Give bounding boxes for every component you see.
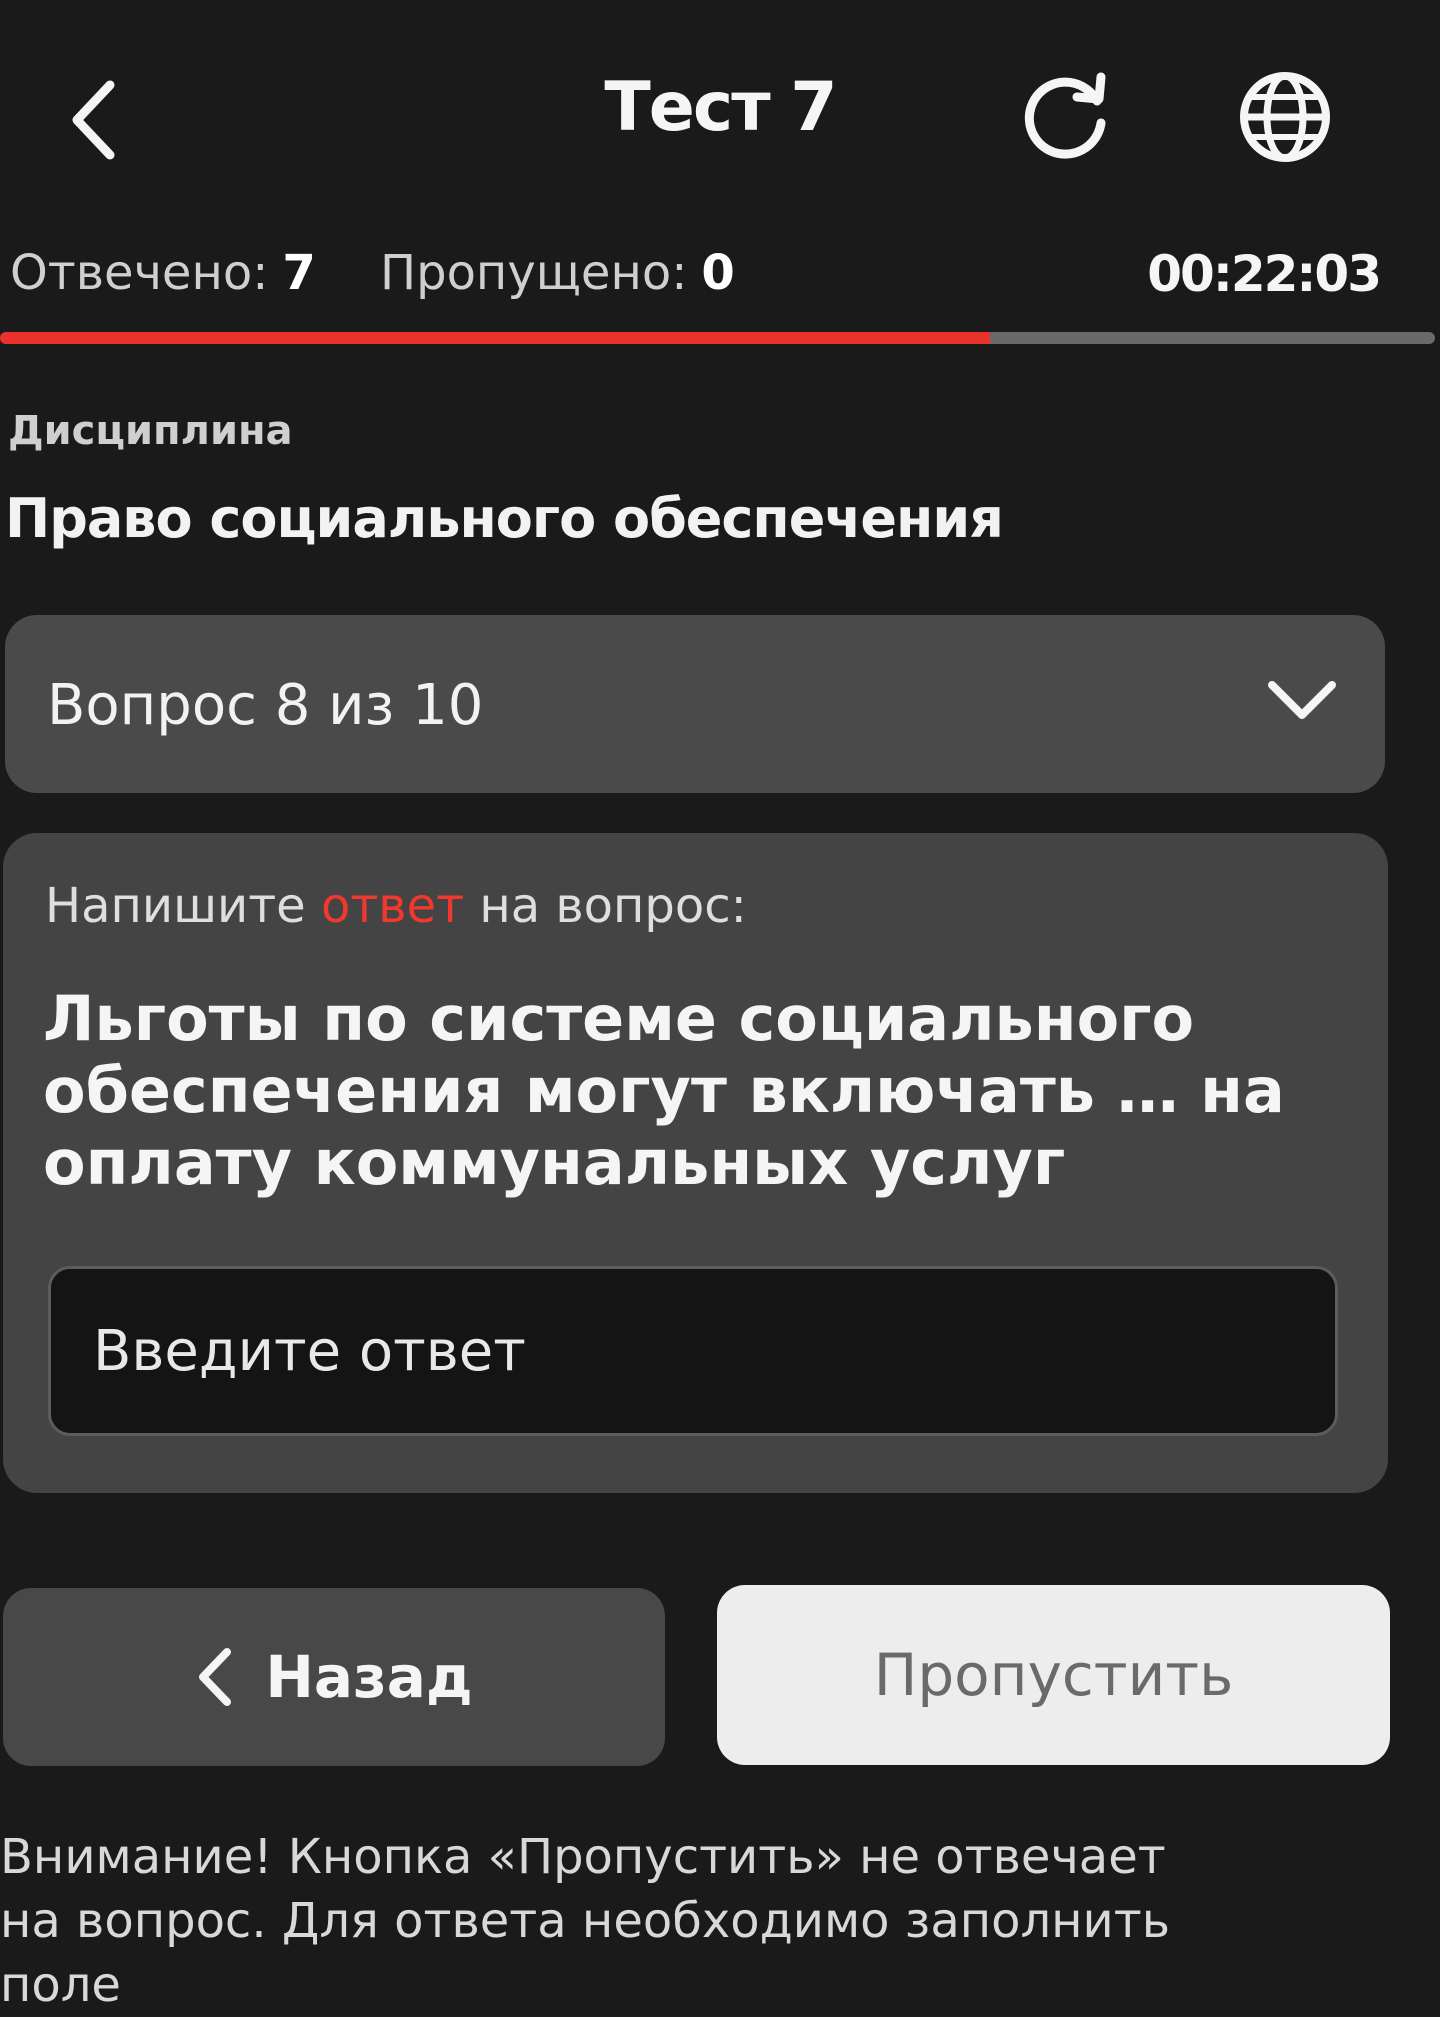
answered-stat: Отвечено: 7 <box>10 245 316 301</box>
refresh-icon <box>1024 72 1106 159</box>
back-nav-button[interactable] <box>55 70 135 170</box>
timer: 00:22:03 <box>1147 245 1382 303</box>
refresh-button[interactable] <box>1010 62 1120 172</box>
stats-bar: Отвечено: 7 Пропущено: 0 00:22:03 <box>10 245 1430 315</box>
header: Тест 7 <box>0 0 1440 230</box>
page-title: Тест 7 <box>604 68 837 147</box>
skip-button[interactable]: Пропустить <box>717 1585 1390 1765</box>
question-prompt: Напишите ответ на вопрос: <box>45 878 747 934</box>
prompt-highlight: ответ <box>320 878 465 934</box>
answered-count: 7 <box>282 245 316 301</box>
question-text: Льготы по системе социального обеспечени… <box>43 982 1285 1199</box>
answered-label: Отвечено: <box>10 245 269 301</box>
back-button[interactable]: Назад <box>3 1588 665 1766</box>
progress-fill <box>0 332 991 344</box>
question-select-dropdown[interactable]: Вопрос 8 из 10 <box>5 615 1385 793</box>
question-select-label: Вопрос 8 из 10 <box>47 673 484 738</box>
back-button-label: Назад <box>265 1643 473 1711</box>
prompt-text-before: Напишите <box>45 878 321 934</box>
skipped-count: 0 <box>701 245 735 301</box>
skip-button-label: Пропустить <box>873 1641 1234 1709</box>
chevron-down-icon <box>1268 681 1336 719</box>
question-card: Напишите ответ на вопрос: Льготы по сист… <box>3 833 1388 1493</box>
prompt-text-after: на вопрос: <box>464 878 747 934</box>
language-button[interactable] <box>1230 62 1340 172</box>
skipped-stat: Пропущено: 0 <box>380 245 735 301</box>
chevron-left-icon <box>199 1648 232 1706</box>
warning-text: Внимание! Кнопка «Пропустить» не отвечае… <box>0 1829 1170 2013</box>
progress-bar <box>0 332 1435 344</box>
discipline-name: Право социального обеспечения <box>5 487 1004 550</box>
skipped-label: Пропущено: <box>380 245 688 301</box>
chevron-left-icon <box>72 80 115 160</box>
discipline-label: Дисциплина <box>8 408 293 454</box>
answer-input[interactable] <box>48 1266 1338 1436</box>
globe-icon <box>1240 72 1330 162</box>
